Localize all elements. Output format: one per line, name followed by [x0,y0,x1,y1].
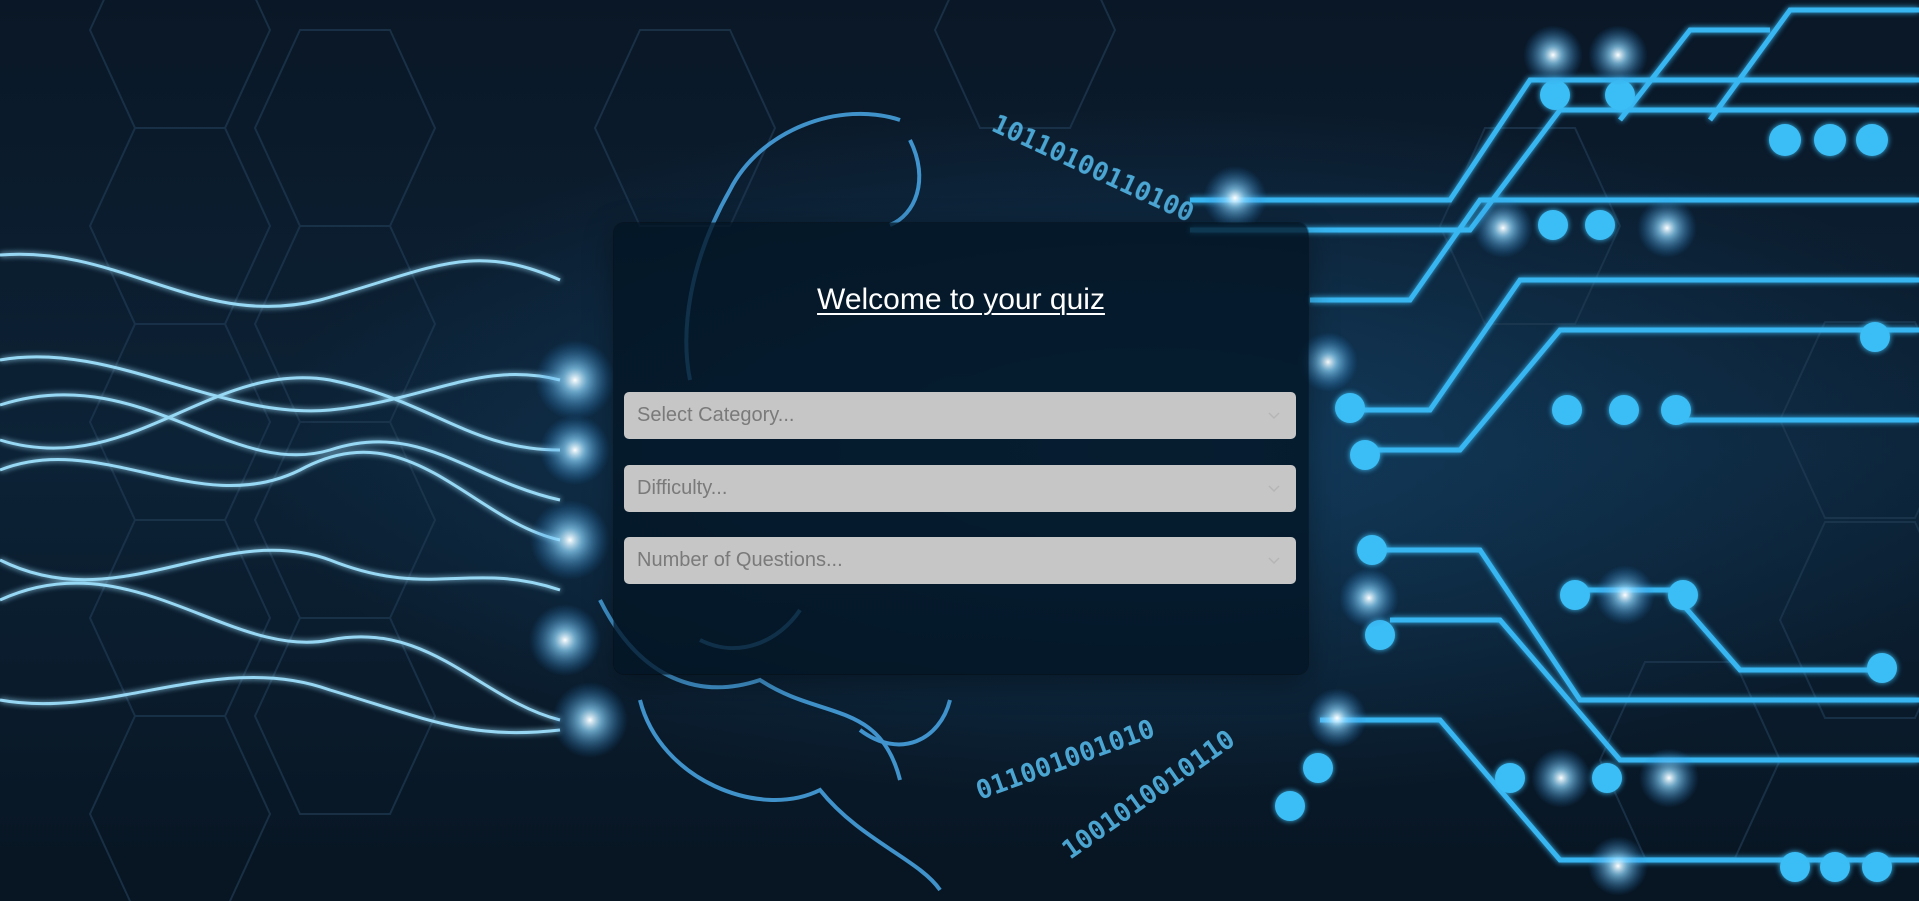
chevron-down-icon [1268,485,1280,493]
question-count-select[interactable]: Number of Questions... [624,537,1296,584]
category-select[interactable]: Select Category... [624,392,1296,439]
quiz-page: 10110100110100 011001001010 100101001011… [0,0,1919,901]
page-title: Welcome to your quiz [817,283,1105,316]
question-count-placeholder: Number of Questions... [637,549,843,571]
chevron-down-icon [1268,557,1280,565]
svg-text:10110100110100: 10110100110100 [987,109,1198,229]
category-placeholder: Select Category... [637,404,795,426]
difficulty-placeholder: Difficulty... [637,477,728,499]
difficulty-select[interactable]: Difficulty... [624,465,1296,512]
chevron-down-icon [1268,412,1280,420]
quiz-setup-card: Welcome to your quiz Select Category... … [614,223,1308,674]
